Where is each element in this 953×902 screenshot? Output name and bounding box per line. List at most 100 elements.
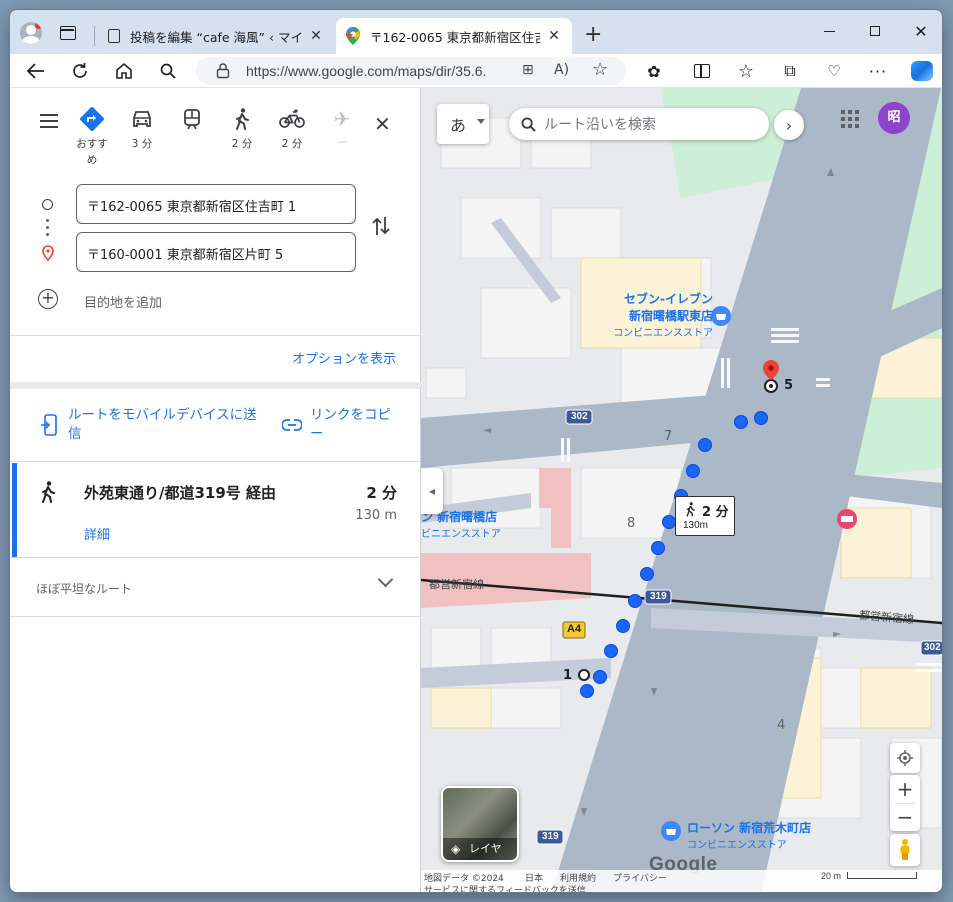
my-location-icon xyxy=(897,750,913,766)
callout-time: 2 分 xyxy=(702,505,729,520)
send-to-mobile-link[interactable]: ルートをモバイルデバイスに送信 xyxy=(68,406,258,444)
route-dots-icon xyxy=(46,219,49,222)
destination-pin-icon xyxy=(42,245,54,261)
caret-down-icon xyxy=(477,119,485,128)
collections-icon[interactable]: ⧉ xyxy=(776,59,804,83)
lock-icon xyxy=(216,63,230,79)
close-window-button[interactable]: ✕ xyxy=(898,16,942,46)
mode-flight[interactable]: ✈ — xyxy=(322,106,362,148)
search-next-button[interactable]: › xyxy=(774,110,804,140)
add-destination-icon[interactable]: + xyxy=(38,289,58,309)
tab-strip: 投稿を編集 “cafe 海風” ‹ マイブログ ✕ 〒162-0065 東京都新… xyxy=(10,10,942,54)
route-card[interactable]: 外苑東通り/都道319号 経由 2 分 130 m 詳細 xyxy=(12,463,419,557)
poi-lawson[interactable]: ローソン 新宿荒木町店 コンビニエンスストア xyxy=(687,819,811,851)
apps-grid-icon[interactable] xyxy=(841,110,859,128)
home-button[interactable] xyxy=(110,59,138,83)
mode-label: 2 分 xyxy=(231,138,253,150)
collapse-panel-button[interactable]: ◂ xyxy=(421,468,443,514)
navigation-bar: https://www.google.com/maps/dir/35.6... … xyxy=(10,54,942,88)
favorites-icon[interactable]: ☆ xyxy=(732,59,760,83)
more-menu-icon[interactable]: ··· xyxy=(864,59,892,83)
zoom-controls: + − xyxy=(890,775,920,831)
train-icon xyxy=(184,109,200,130)
add-destination-label[interactable]: 目的地を追加 xyxy=(84,292,162,311)
close-icon[interactable]: ✕ xyxy=(308,28,324,44)
scale-bar xyxy=(847,872,917,879)
route-duration: 2 分 xyxy=(366,484,397,502)
destination-input[interactable]: 〒160-0001 東京都新宿区片町 5 xyxy=(76,232,356,272)
close-icon[interactable]: ✕ xyxy=(546,28,562,44)
layers-button[interactable]: ◈ レイヤ xyxy=(441,786,519,862)
copilot-icon[interactable] xyxy=(908,59,936,83)
new-tab-button[interactable]: + xyxy=(584,22,602,47)
mode-bicycle[interactable]: 2 分 xyxy=(272,106,312,151)
mode-label: — xyxy=(336,136,348,148)
tab-maps[interactable]: 〒162-0065 東京都新宿区住吉町 ✕ xyxy=(336,18,572,54)
search-button[interactable] xyxy=(154,59,182,83)
tab-title: 投稿を編集 “cafe 海風” ‹ マイブログ xyxy=(130,29,302,45)
swap-icon xyxy=(372,217,390,235)
zoom-out-button[interactable]: − xyxy=(897,804,914,831)
minimize-button[interactable] xyxy=(806,16,852,46)
route-callout[interactable]: 2 分 130m xyxy=(675,496,735,536)
route-distance: 130 m xyxy=(355,508,397,523)
start-marker-label: 1 xyxy=(563,668,573,683)
mode-car[interactable]: 3 分 xyxy=(122,106,162,151)
origin-circle-icon xyxy=(42,199,53,210)
refresh-button[interactable] xyxy=(66,59,94,83)
route-search-placeholder: ルート沿いを検索 xyxy=(544,117,656,133)
browser-window: 投稿を編集 “cafe 海風” ‹ マイブログ ✕ 〒162-0065 東京都新… xyxy=(9,9,943,893)
block-number: 8 xyxy=(627,516,636,531)
map-area[interactable]: 302 319 319 302 A4 都営新宿線 都営新宿線 7 8 4 1 5… xyxy=(421,88,942,893)
mode-walk[interactable]: 2 分 xyxy=(222,106,262,151)
elevation-info: ほぼ平坦なルート xyxy=(36,582,133,596)
end-marker-label: 5 xyxy=(784,378,794,393)
browser-essentials-icon[interactable]: ♡ xyxy=(820,59,848,83)
maximize-button[interactable] xyxy=(852,16,898,46)
road-shield-302: 302 xyxy=(924,642,941,653)
tab-actions-icon[interactable] xyxy=(60,26,76,40)
mode-transit[interactable] xyxy=(172,106,212,136)
road-shield-319: 319 xyxy=(542,831,559,842)
link-icon xyxy=(282,419,302,431)
back-button[interactable] xyxy=(22,59,50,83)
extensions-icon[interactable]: ✿ xyxy=(640,59,668,83)
url-text: https://www.google.com/maps/dir/35.6... xyxy=(246,63,486,79)
search-icon xyxy=(160,63,176,79)
poi-seven-eleven[interactable]: セブン-イレブン 新宿曙橋駅東店 コンビニエンスストア xyxy=(591,290,713,339)
feedback-link[interactable]: サービスに関するフィードバックを送信 xyxy=(424,883,586,892)
swap-button[interactable] xyxy=(372,216,390,240)
account-avatar[interactable]: 昭 xyxy=(878,102,910,134)
send-to-phone-icon xyxy=(41,414,57,436)
layers-icon: ◈ xyxy=(451,842,461,856)
details-link[interactable]: 詳細 xyxy=(84,524,110,543)
show-options-link[interactable]: オプションを表示 xyxy=(292,348,396,367)
zoom-in-button[interactable]: + xyxy=(897,776,914,803)
route-search-box[interactable]: ルート沿いを検索 xyxy=(509,108,769,140)
copy-link-button[interactable]: リンクをコピー xyxy=(310,406,402,444)
mode-recommended[interactable]: おすすめ xyxy=(72,106,112,168)
mode-label: おすすめ xyxy=(76,138,108,166)
privacy-link[interactable]: プライバシー xyxy=(613,871,667,884)
profile-avatar[interactable] xyxy=(20,22,42,44)
map-canvas[interactable] xyxy=(421,88,942,893)
ime-toggle[interactable]: あ xyxy=(437,104,489,144)
read-aloud-icon[interactable]: A) xyxy=(554,62,569,78)
origin-input[interactable]: 〒162-0065 東京都新宿区住吉町 1 xyxy=(76,184,356,224)
my-location-button[interactable] xyxy=(890,743,920,773)
block-number: 4 xyxy=(777,718,786,733)
split-screen-icon[interactable] xyxy=(688,59,716,83)
address-bar[interactable]: https://www.google.com/maps/dir/35.6... … xyxy=(196,57,626,85)
walk-icon xyxy=(686,502,695,517)
search-icon xyxy=(521,116,536,132)
station-exit-a4: A4 xyxy=(567,623,582,635)
block-number: 7 xyxy=(664,429,673,444)
menu-icon[interactable] xyxy=(40,114,58,128)
walk-icon xyxy=(42,481,55,503)
tab-blog[interactable]: 投稿を編集 “cafe 海風” ‹ マイブログ ✕ xyxy=(98,18,334,54)
app-available-icon[interactable]: ⊞ xyxy=(522,62,534,78)
street-view-pegman[interactable] xyxy=(890,834,920,866)
favorite-star-icon[interactable]: ☆ xyxy=(592,59,608,80)
chevron-down-icon[interactable] xyxy=(377,571,394,588)
close-directions-button[interactable]: ✕ xyxy=(374,112,391,136)
